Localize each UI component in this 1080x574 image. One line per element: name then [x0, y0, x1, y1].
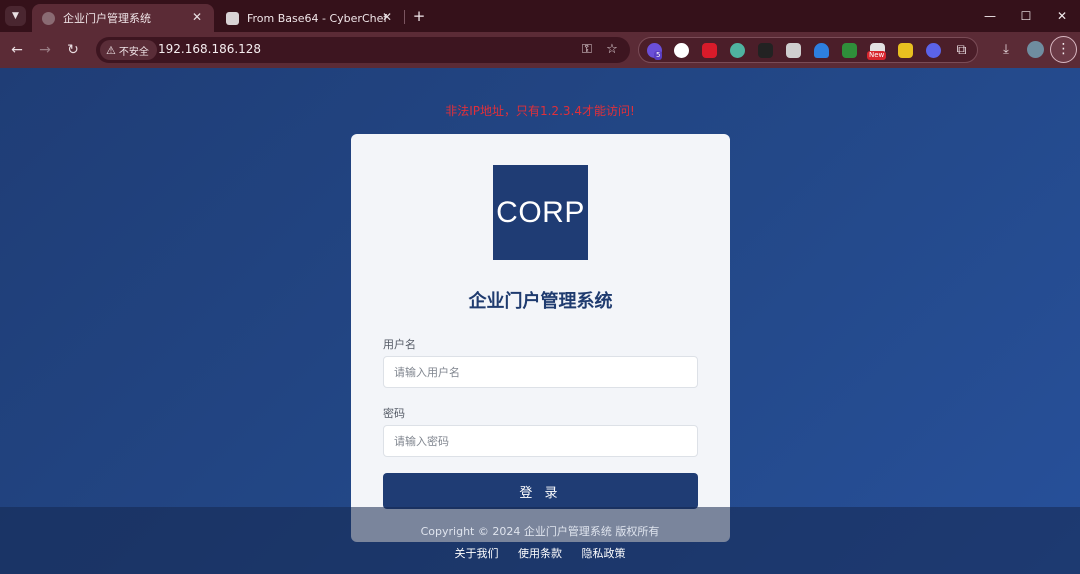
extension-5-icon[interactable] [758, 43, 773, 58]
copyright-text: Copyright © 2024 企业门户管理系统 版权所有 [420, 525, 660, 538]
username-label: 用户名 [383, 338, 416, 351]
tab-title: From Base64 - CyberChef [247, 11, 388, 25]
footer-link-privacy[interactable]: 隐私政策 [582, 547, 626, 560]
extensions-area: 5 New ⧉ [638, 37, 978, 63]
footer: Copyright © 2024 企业门户管理系统 版权所有 关于我们 使用条款… [0, 507, 1080, 574]
puzzle-piece-icon[interactable]: ⧉ [954, 41, 969, 58]
forward-button[interactable]: → [35, 40, 55, 60]
vertical-dots-icon: ⋮ [1056, 41, 1071, 57]
arrow-left-icon: ← [11, 42, 23, 58]
bookmark-star-icon[interactable]: ☆ [603, 41, 621, 59]
extension-8-icon[interactable] [842, 43, 857, 58]
tab-separator [404, 10, 405, 24]
corp-logo: CORP [493, 165, 588, 260]
footer-links: 关于我们 使用条款 隐私政策 [0, 545, 1080, 561]
extension-2-icon[interactable] [674, 43, 689, 58]
address-bar[interactable]: ⚠ 不安全 192.168.186.128 ⚿ ☆ [96, 37, 630, 63]
username-input[interactable] [383, 356, 698, 388]
page-title: 企业门户管理系统 [468, 291, 613, 312]
minimize-button[interactable]: — [980, 6, 1000, 26]
tab-search-button[interactable]: ▼ [5, 6, 26, 26]
extension-badge: 5 [654, 51, 663, 60]
password-input[interactable] [383, 425, 698, 457]
browser-menu-button[interactable]: ⋮ [1050, 36, 1077, 63]
security-label: 不安全 [118, 46, 149, 58]
browser-toolbar: ← → ↻ ⚠ 不安全 192.168.186.128 ⚿ ☆ 5 New ⧉ … [0, 32, 1080, 68]
profile-avatar[interactable] [1027, 41, 1044, 58]
chevron-down-icon: ▼ [12, 11, 19, 21]
security-indicator[interactable]: ⚠ 不安全 [100, 40, 157, 60]
extension-10-icon[interactable] [898, 43, 913, 58]
arrow-right-icon: → [39, 42, 51, 58]
reload-icon: ↻ [67, 42, 79, 58]
extension-4-icon[interactable] [730, 43, 745, 58]
warning-icon: ⚠ [106, 43, 116, 57]
extension-11-icon[interactable] [926, 43, 941, 58]
close-window-button[interactable]: ✕ [1052, 6, 1072, 26]
download-icon: ⤓ [1003, 42, 1009, 57]
password-label: 密码 [383, 407, 405, 420]
new-tab-button[interactable]: + [410, 7, 428, 25]
page-viewport: 非法IP地址，只有1.2.3.4才能访问! CORP 企业门户管理系统 用户名 … [0, 68, 1080, 574]
tab-title: 企业门户管理系统 [63, 12, 151, 25]
extension-7-icon[interactable] [814, 43, 829, 58]
login-card: CORP 企业门户管理系统 用户名 密码 登 录 [351, 134, 730, 542]
url-text[interactable]: 192.168.186.128 [158, 42, 261, 56]
tab-portal[interactable]: 企业门户管理系统 ✕ [32, 4, 214, 32]
login-button[interactable]: 登 录 [383, 473, 698, 509]
chef-hat-icon [226, 11, 239, 25]
tab-bar: ▼ 企业门户管理系统 ✕ From Base64 - CyberChef ✕ +… [0, 0, 1080, 32]
reload-button[interactable]: ↻ [63, 40, 83, 60]
extension-3-icon[interactable] [702, 43, 717, 58]
extension-badge: New [867, 51, 887, 60]
back-button[interactable]: ← [7, 40, 27, 60]
extension-6-icon[interactable] [786, 43, 801, 58]
footer-link-about[interactable]: 关于我们 [455, 547, 499, 560]
download-button[interactable]: ⤓ [996, 40, 1016, 60]
globe-icon [42, 11, 55, 25]
ip-error-message: 非法IP地址，只有1.2.3.4才能访问! [445, 104, 635, 118]
password-key-icon[interactable]: ⚿ [578, 41, 596, 59]
close-icon[interactable]: ✕ [189, 10, 205, 24]
maximize-button[interactable]: ☐ [1016, 6, 1036, 26]
footer-link-terms[interactable]: 使用条款 [518, 547, 562, 560]
tab-cyberchef[interactable]: From Base64 - CyberChef ✕ [216, 4, 404, 32]
close-icon[interactable]: ✕ [379, 10, 395, 24]
